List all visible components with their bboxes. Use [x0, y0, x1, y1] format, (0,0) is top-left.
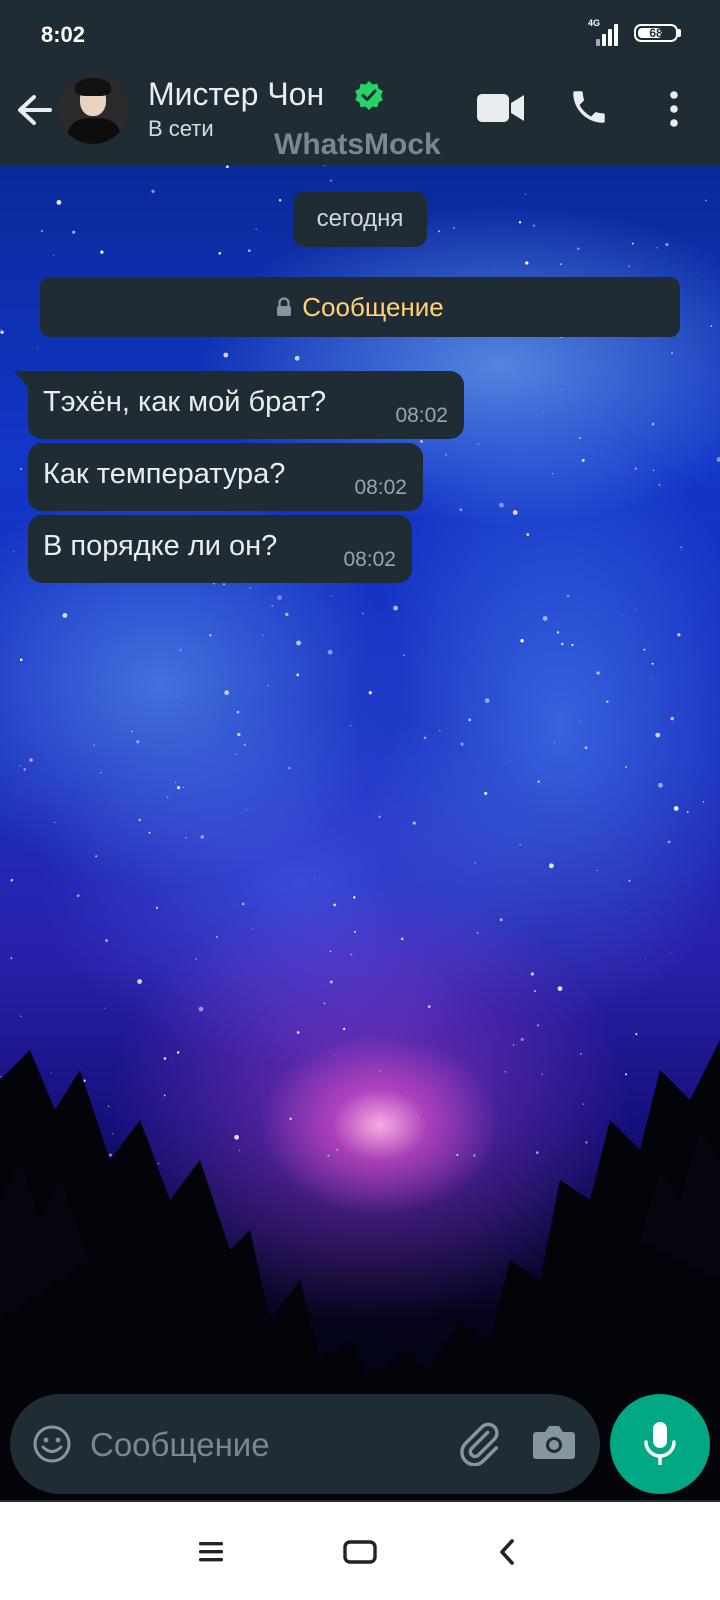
message-time: 08:02 [395, 404, 448, 427]
message-composer [10, 1394, 600, 1494]
message-input[interactable] [88, 1418, 432, 1472]
message-bubble[interactable]: Тэхён, как мой брат? 08:02 [14, 371, 464, 439]
avatar[interactable] [58, 74, 128, 144]
watermark: WhatsMock [274, 128, 441, 161]
date-chip: сегодня [293, 191, 427, 247]
battery-level: 68 [649, 26, 663, 40]
menu-lines-icon[interactable] [196, 1538, 236, 1566]
system-nav-bar [0, 1502, 720, 1600]
signal-icon [596, 22, 622, 46]
contact-name[interactable]: Мистер Чон [148, 76, 324, 113]
contact-status: В сети [148, 116, 214, 141]
emoji-icon[interactable] [32, 1424, 72, 1464]
chat-header: Мистер Чон В сети WhatsMock [0, 66, 720, 165]
status-time: 8:02 [41, 22, 86, 47]
message-time: 08:02 [343, 548, 396, 571]
status-bar: 8:02 4G 68 [0, 0, 720, 66]
back-arrow-icon[interactable] [14, 88, 54, 132]
phone-icon[interactable] [568, 86, 610, 128]
encryption-notice[interactable]: Сообщение [40, 277, 680, 337]
notice-text: Сообщение [302, 291, 444, 322]
microphone-icon[interactable] [610, 1394, 710, 1494]
home-square-icon[interactable] [342, 1538, 382, 1566]
lock-icon [277, 297, 292, 316]
chevron-left-icon[interactable] [496, 1538, 536, 1566]
battery-icon: 68 [634, 24, 678, 42]
message-text: Как температура? [43, 458, 286, 490]
verified-badge-icon [354, 80, 384, 110]
message-bubble[interactable]: Как температура? 08:02 [28, 443, 423, 511]
video-camera-icon[interactable] [476, 90, 526, 126]
paperclip-icon[interactable] [456, 1420, 502, 1467]
chat-area[interactable]: сегодня Сообщение Тэхён, как мой брат? 0… [0, 165, 720, 1500]
message-bubble[interactable]: В порядке ли он? 08:02 [28, 515, 412, 583]
message-text: В порядке ли он? [43, 530, 278, 562]
more-vertical-icon[interactable] [664, 88, 684, 130]
message-time: 08:02 [354, 476, 407, 499]
camera-icon[interactable] [532, 1422, 576, 1462]
message-text: Тэхён, как мой брат? [43, 386, 327, 418]
